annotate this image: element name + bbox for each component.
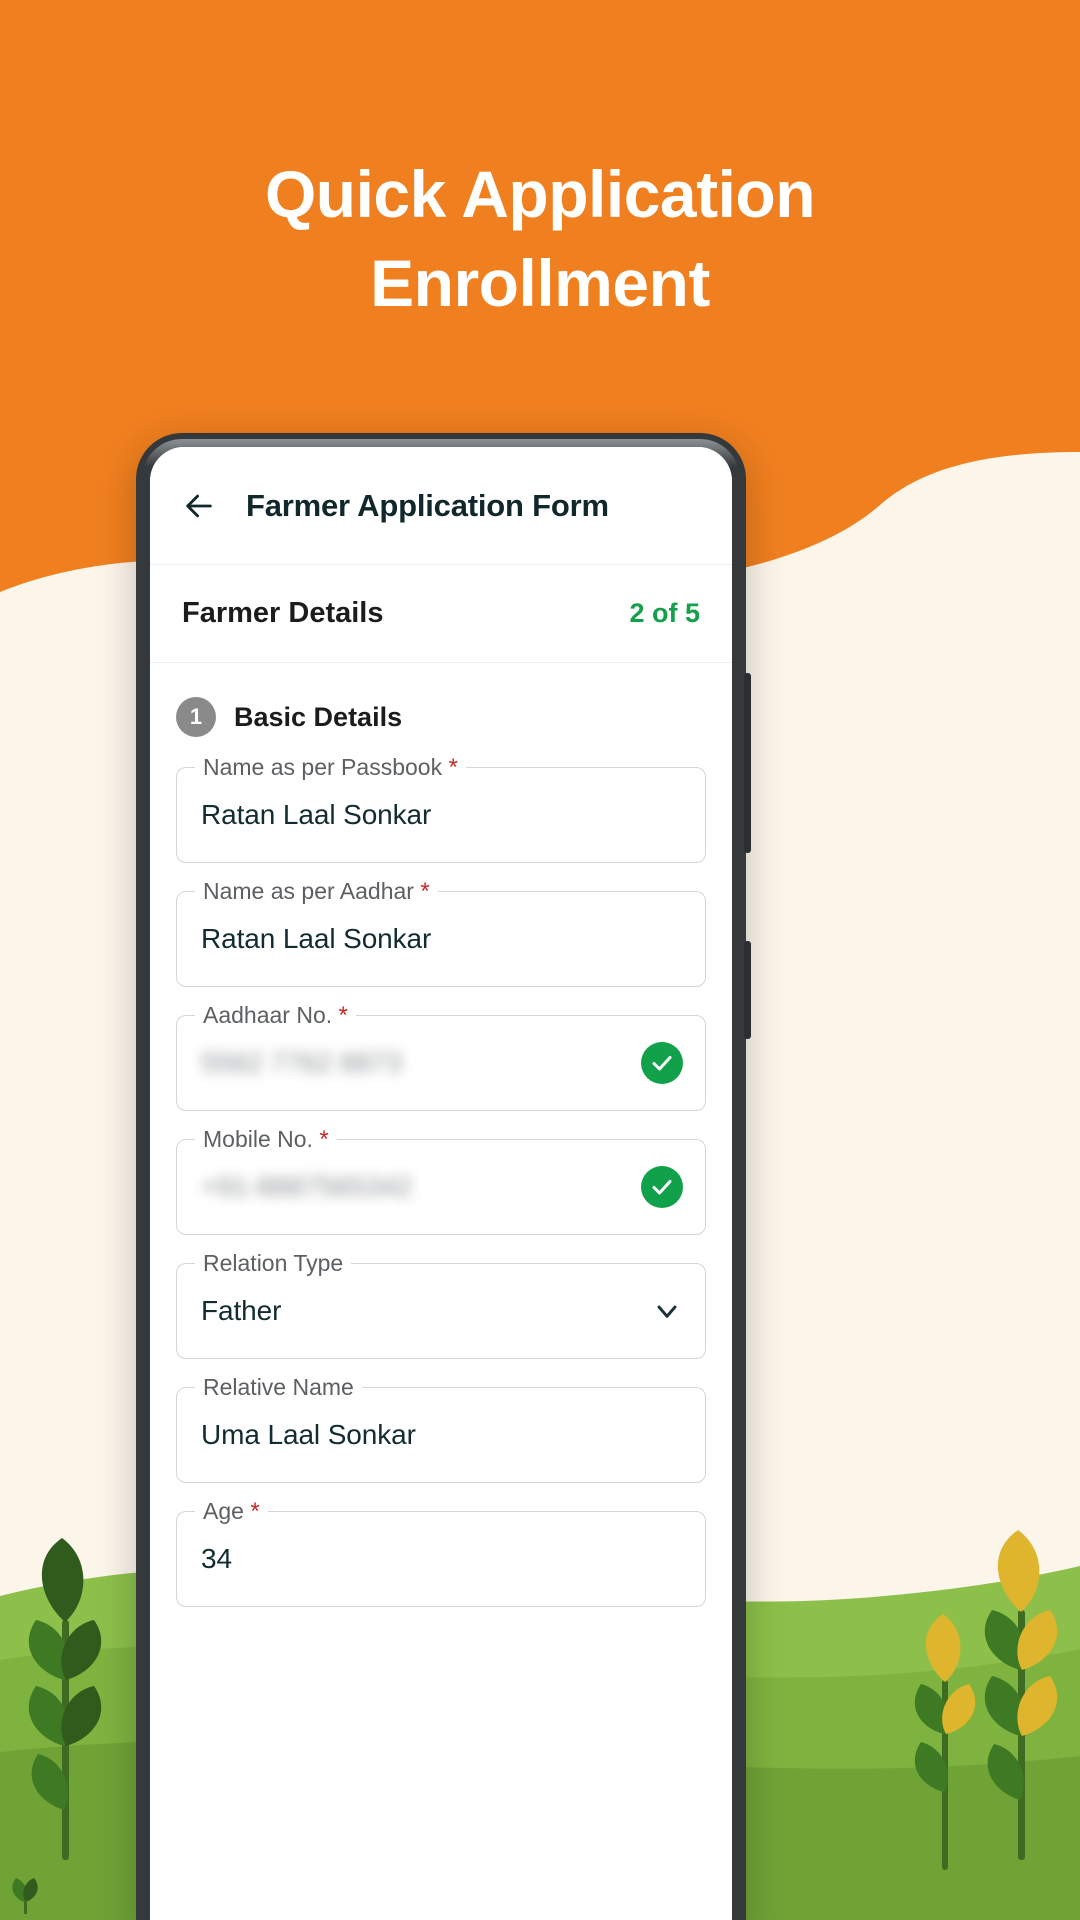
field-value: +91-8887565342 (201, 1171, 413, 1202)
phone-screen: Farmer Application Form Farmer Details 2… (150, 447, 732, 1920)
required-asterisk: * (319, 1126, 329, 1153)
field-input-name-as-per-passbook[interactable]: Name as per Passbook * Ratan Laal Sonkar (176, 754, 706, 863)
field-label: Name as per Aadhar * (195, 878, 438, 906)
field-label: Aadhaar No. * (195, 1002, 356, 1030)
section-number-badge: 1 (176, 697, 216, 737)
field-label: Age * (195, 1498, 268, 1526)
required-asterisk: * (448, 754, 458, 781)
field-label: Relative Name (195, 1374, 362, 1401)
form-field: Aadhaar No. * 5562 7762 8873 (176, 1002, 706, 1111)
phone-mockup: Farmer Application Form Farmer Details 2… (136, 433, 751, 1920)
form-body: 1 Basic Details Name as per Passbook * Ra… (150, 663, 732, 1607)
step-header: Farmer Details 2 of 5 (150, 565, 732, 663)
field-input-name-as-per-aadhar[interactable]: Name as per Aadhar * Ratan Laal Sonkar (176, 878, 706, 987)
field-value: Ratan Laal Sonkar (201, 799, 432, 830)
field-value: Father (201, 1295, 282, 1326)
form-field: Name as per Passbook * Ratan Laal Sonkar (176, 754, 706, 863)
required-asterisk: * (338, 1002, 348, 1029)
step-title: Farmer Details (182, 597, 384, 629)
sprout-icon (12, 1878, 38, 1914)
field-value: 5562 7762 8873 (201, 1047, 403, 1078)
plant-right-secondary-icon (914, 1614, 976, 1870)
section-title: Basic Details (234, 701, 403, 732)
field-input-mobile-no[interactable]: Mobile No. * +91-8887565342 (176, 1126, 706, 1235)
form-field: Relative Name Uma Laal Sonkar (176, 1374, 706, 1483)
headline-line-1: Quick Application (264, 157, 816, 231)
field-label: Name as per Passbook * (195, 754, 466, 782)
field-input-relation-type[interactable]: Relation Type Father (176, 1250, 706, 1359)
back-arrow-icon[interactable] (178, 485, 220, 527)
screen-bottom-fade (150, 1893, 732, 1920)
field-value: Uma Laal Sonkar (201, 1419, 416, 1450)
field-value: 34 (201, 1543, 232, 1574)
field-value: Ratan Laal Sonkar (201, 923, 432, 954)
phone-power-button[interactable] (744, 673, 751, 853)
phone-volume-button[interactable] (744, 941, 751, 1039)
required-asterisk: * (250, 1498, 260, 1525)
promo-headline: Quick Application Enrollment (0, 150, 1080, 328)
headline-line-2: Enrollment (370, 246, 710, 321)
page-title: Farmer Application Form (246, 487, 609, 523)
form-field: Mobile No. * +91-8887565342 (176, 1126, 706, 1235)
verified-check-icon (641, 1166, 683, 1208)
verified-check-icon (641, 1042, 683, 1084)
field-label: Relation Type (195, 1250, 352, 1277)
form-fields: Name as per Passbook * Ratan Laal Sonkar N… (176, 754, 706, 1607)
chevron-down-icon[interactable] (651, 1295, 683, 1327)
app-bar: Farmer Application Form (150, 447, 732, 565)
verified-check-icon (641, 1042, 683, 1084)
step-counter: 2 of 5 (629, 598, 700, 628)
plant-right-icon (984, 1530, 1058, 1860)
field-input-relative-name[interactable]: Relative Name Uma Laal Sonkar (176, 1374, 706, 1483)
field-input-aadhaar-no[interactable]: Aadhaar No. * 5562 7762 8873 (176, 1002, 706, 1111)
verified-check-icon (641, 1166, 683, 1208)
required-asterisk: * (420, 878, 430, 905)
chevron-down-icon[interactable] (651, 1295, 683, 1327)
plant-left-icon (28, 1538, 102, 1860)
field-input-age[interactable]: Age * 34 (176, 1498, 706, 1607)
form-field: Name as per Aadhar * Ratan Laal Sonkar (176, 878, 706, 987)
promo-screenshot: Quick Application Enrollment Farmer Appl… (0, 0, 1080, 1920)
field-label: Mobile No. * (195, 1126, 337, 1154)
form-field: Relation Type Father (176, 1250, 706, 1359)
section-header: 1 Basic Details (176, 697, 706, 737)
form-field: Age * 34 (176, 1498, 706, 1607)
